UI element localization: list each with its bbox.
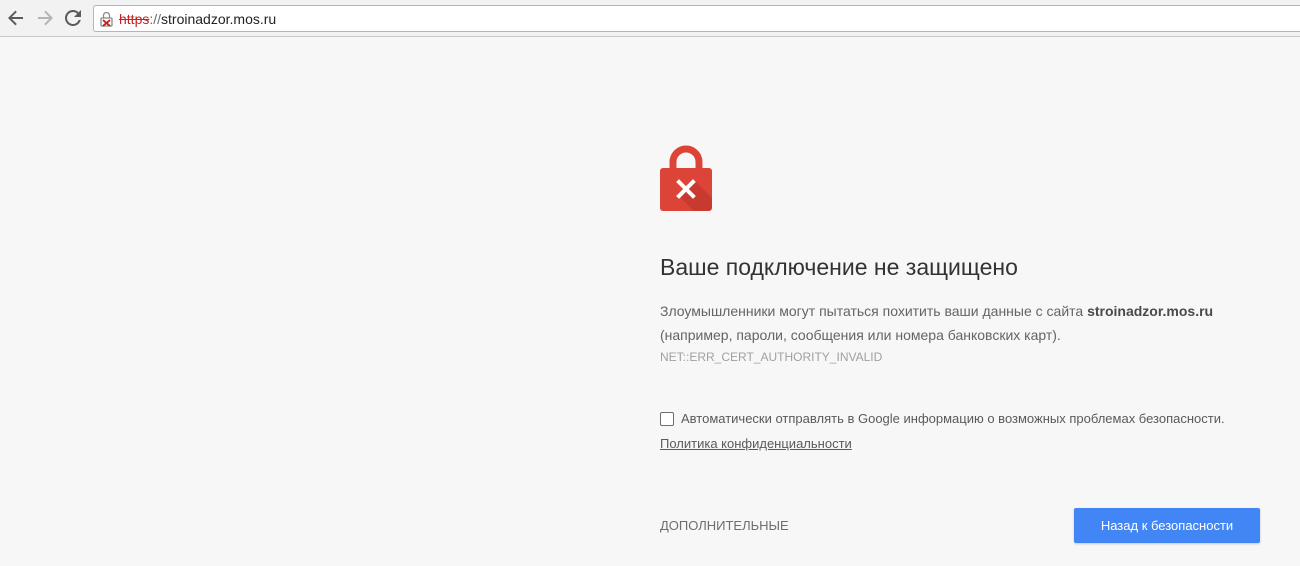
reload-icon — [65, 10, 81, 26]
back-button[interactable] — [4, 6, 28, 30]
description: Злоумышленники могут пытаться похитить в… — [660, 299, 1270, 347]
report-checkbox-row[interactable]: Автоматически отправлять в Google информ… — [660, 411, 1225, 426]
back-to-safety-button[interactable]: Назад к безопасности — [1074, 508, 1260, 543]
error-code: NET::ERR_CERT_AUTHORITY_INVALID — [660, 350, 883, 364]
report-checkbox[interactable] — [660, 411, 674, 426]
advanced-button[interactable]: ДОПОЛНИТЕЛЬНЫЕ — [660, 518, 789, 533]
description-part-1: Злоумышленники могут пытаться похитить в… — [660, 303, 1088, 319]
address-bar[interactable]: https://stroinadzor.mos.ru — [93, 5, 1300, 32]
description-host: stroinadzor.mos.ru — [1087, 303, 1214, 319]
privacy-policy-link[interactable]: Политика конфиденциальности — [660, 436, 852, 451]
report-checkbox-label[interactable]: Автоматически отправлять в Google информ… — [681, 411, 1225, 426]
forward-arrow-icon — [38, 10, 53, 26]
broken-lock-icon — [100, 11, 113, 27]
browser-toolbar: https://stroinadzor.mos.ru — [0, 0, 1300, 37]
reload-button[interactable] — [61, 6, 85, 30]
url-scheme: https — [119, 11, 150, 27]
description-part-2: (например, пароли, сообщения или номера … — [660, 327, 1061, 343]
url-text: https://stroinadzor.mos.ru — [119, 11, 276, 27]
back-arrow-icon — [8, 10, 23, 26]
forward-button[interactable] — [33, 6, 57, 30]
lock-error-icon — [660, 145, 712, 211]
url-separator: :// — [149, 11, 162, 27]
page-title: Ваше подключение не защищено — [660, 254, 1018, 280]
url-host: stroinadzor.mos.ru — [161, 11, 277, 27]
